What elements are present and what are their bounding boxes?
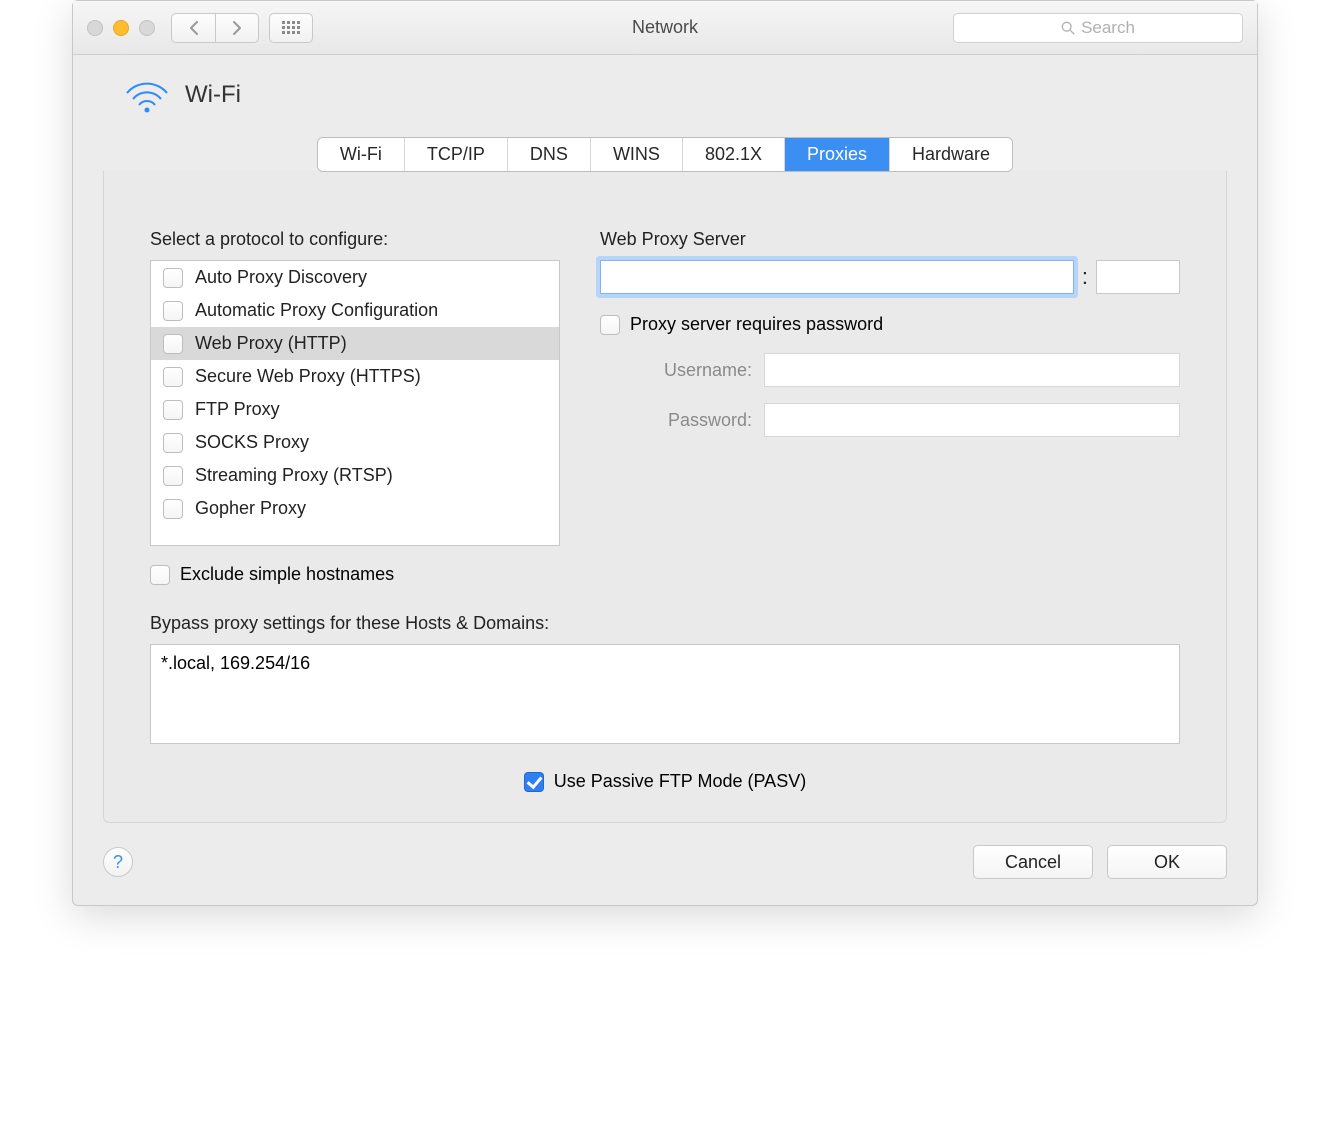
protocol-checkbox[interactable] <box>163 466 183 486</box>
titlebar: Network Search <box>73 1 1257 55</box>
proxy-server-label: Web Proxy Server <box>600 229 1180 250</box>
protocol-item-socks-proxy[interactable]: SOCKS Proxy <box>151 426 559 459</box>
nav-buttons <box>171 13 259 43</box>
search-input[interactable]: Search <box>953 13 1243 43</box>
pasv-label: Use Passive FTP Mode (PASV) <box>554 771 806 792</box>
show-all-button[interactable] <box>269 13 313 43</box>
tab-wins[interactable]: WINS <box>591 138 683 171</box>
close-window-button[interactable] <box>87 20 103 36</box>
protocol-checkbox[interactable] <box>163 301 183 321</box>
username-input[interactable] <box>764 353 1180 387</box>
zoom-window-button[interactable] <box>139 20 155 36</box>
protocol-checkbox[interactable] <box>163 268 183 288</box>
tab-tcpip[interactable]: TCP/IP <box>405 138 508 171</box>
protocol-checkbox[interactable] <box>163 367 183 387</box>
content: Wi-Fi Wi-Fi TCP/IP DNS WINS 802.1X Proxi… <box>73 55 1257 905</box>
protocol-label: Auto Proxy Discovery <box>195 267 367 288</box>
protocol-list[interactable]: Auto Proxy Discovery Automatic Proxy Con… <box>150 260 560 546</box>
protocol-item-streaming-proxy[interactable]: Streaming Proxy (RTSP) <box>151 459 559 492</box>
protocol-checkbox[interactable] <box>163 433 183 453</box>
protocol-label: Streaming Proxy (RTSP) <box>195 465 393 486</box>
protocol-label: SOCKS Proxy <box>195 432 309 453</box>
cancel-button[interactable]: Cancel <box>973 845 1093 879</box>
protocol-label: FTP Proxy <box>195 399 280 420</box>
search-icon <box>1061 21 1075 35</box>
wifi-icon <box>123 75 171 115</box>
proxy-host-input[interactable] <box>600 260 1074 294</box>
protocol-label: Web Proxy (HTTP) <box>195 333 347 354</box>
proxy-port-input[interactable] <box>1096 260 1180 294</box>
proxies-panel: Select a protocol to configure: Auto Pro… <box>103 171 1227 823</box>
network-preferences-window: Network Search Wi-Fi Wi-Fi TCP/IP DNS WI <box>72 0 1258 906</box>
window-controls <box>87 20 155 36</box>
back-button[interactable] <box>171 13 215 43</box>
host-port-separator: : <box>1082 264 1088 290</box>
username-label: Username: <box>600 360 752 381</box>
window-title: Network <box>632 17 698 38</box>
bypass-textarea[interactable] <box>150 644 1180 744</box>
page-title: Wi-Fi <box>185 81 241 109</box>
tab-proxies[interactable]: Proxies <box>785 138 890 171</box>
exclude-hostnames-label: Exclude simple hostnames <box>180 564 394 585</box>
tab-hardware[interactable]: Hardware <box>890 138 1012 171</box>
protocol-item-secure-web-proxy[interactable]: Secure Web Proxy (HTTPS) <box>151 360 559 393</box>
help-button[interactable]: ? <box>103 847 133 877</box>
tab-dns[interactable]: DNS <box>508 138 591 171</box>
exclude-hostnames-checkbox[interactable] <box>150 565 170 585</box>
tabs: Wi-Fi TCP/IP DNS WINS 802.1X Proxies Har… <box>317 137 1013 172</box>
protocol-label: Gopher Proxy <box>195 498 306 519</box>
protocol-item-auto-config[interactable]: Automatic Proxy Configuration <box>151 294 559 327</box>
requires-password-label: Proxy server requires password <box>630 314 883 335</box>
protocol-checkbox[interactable] <box>163 334 183 354</box>
protocol-list-label: Select a protocol to configure: <box>150 229 560 250</box>
requires-password-checkbox[interactable] <box>600 315 620 335</box>
protocol-checkbox[interactable] <box>163 400 183 420</box>
password-label: Password: <box>600 410 752 431</box>
tab-8021x[interactable]: 802.1X <box>683 138 785 171</box>
grid-icon <box>282 21 300 34</box>
protocol-label: Automatic Proxy Configuration <box>195 300 438 321</box>
footer: ? Cancel OK <box>103 845 1227 879</box>
protocol-label: Secure Web Proxy (HTTPS) <box>195 366 421 387</box>
pasv-checkbox[interactable] <box>524 772 544 792</box>
search-placeholder: Search <box>1081 18 1135 38</box>
protocol-item-web-proxy[interactable]: Web Proxy (HTTP) <box>151 327 559 360</box>
protocol-checkbox[interactable] <box>163 499 183 519</box>
header: Wi-Fi <box>123 75 1227 115</box>
minimize-window-button[interactable] <box>113 20 129 36</box>
ok-button[interactable]: OK <box>1107 845 1227 879</box>
protocol-item-ftp-proxy[interactable]: FTP Proxy <box>151 393 559 426</box>
protocol-item-gopher-proxy[interactable]: Gopher Proxy <box>151 492 559 525</box>
forward-button[interactable] <box>215 13 259 43</box>
protocol-item-auto-discovery[interactable]: Auto Proxy Discovery <box>151 261 559 294</box>
password-input[interactable] <box>764 403 1180 437</box>
tab-wifi[interactable]: Wi-Fi <box>318 138 405 171</box>
bypass-label: Bypass proxy settings for these Hosts & … <box>150 613 1180 634</box>
